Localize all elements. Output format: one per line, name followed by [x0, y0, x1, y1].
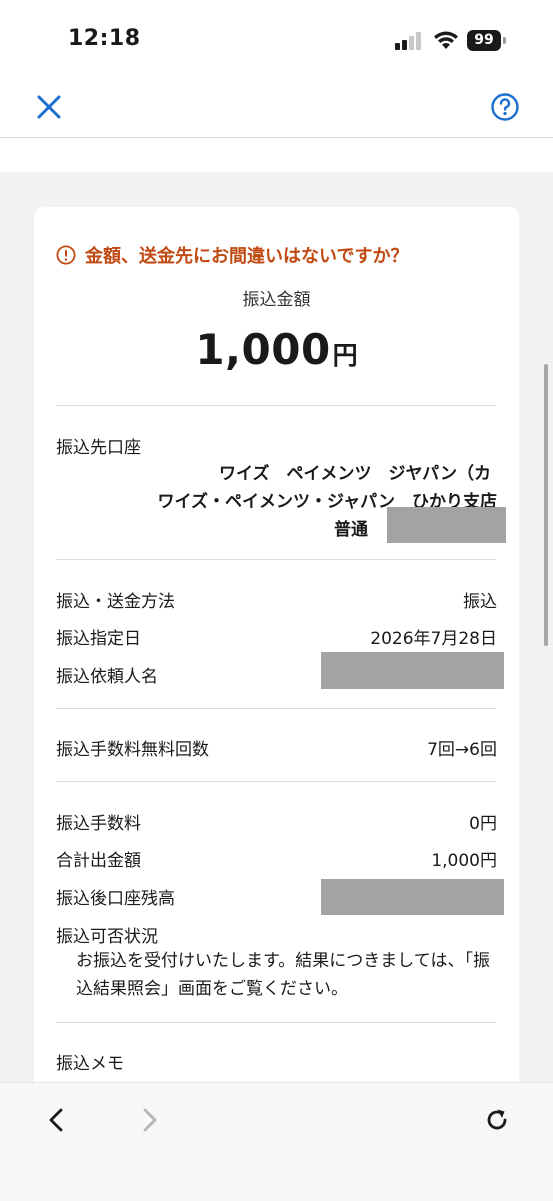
total-value: 1,000円 — [431, 851, 497, 871]
balance-label: 振込後口座残高 — [56, 889, 175, 909]
cellular-signal-icon — [395, 32, 421, 50]
scrollbar[interactable] — [544, 364, 548, 646]
alert-icon — [56, 245, 76, 265]
browser-toolbar — [0, 1082, 553, 1201]
divider — [56, 559, 496, 560]
status-time: 12:18 — [68, 26, 141, 51]
header-spacer — [0, 138, 553, 172]
transfer-method-label: 振込・送金方法 — [56, 592, 175, 612]
forward-icon[interactable] — [134, 1105, 164, 1135]
masked-balance — [321, 879, 504, 915]
amount-label: 振込金額 — [242, 290, 311, 310]
amount-value: 1,000 — [195, 325, 331, 374]
destination-label: 振込先口座 — [56, 438, 141, 458]
battery-icon: 99 — [467, 30, 507, 51]
divider — [56, 708, 496, 709]
total-label: 合計出金額 — [56, 851, 141, 871]
help-icon[interactable] — [490, 92, 520, 122]
header — [0, 80, 553, 138]
status-bar: 12:18 99 — [0, 0, 553, 80]
transfer-method-value: 振込 — [463, 592, 497, 612]
transfer-date-value: 2026年7月28日 — [370, 629, 497, 649]
status-label: 振込可否状況 — [56, 927, 158, 947]
divider — [56, 1022, 496, 1023]
free-count-value: 7回→6回 — [427, 740, 497, 760]
requester-name-label: 振込依頼人名 — [56, 667, 158, 687]
transfer-date-label: 振込指定日 — [56, 629, 141, 649]
amount-unit: 円 — [332, 341, 358, 370]
destination-line-1: ワイズ ペイメンツ ジヤパン（カ — [219, 464, 491, 484]
close-icon[interactable] — [34, 92, 64, 122]
confirmation-card: 金額、送金先にお間違いはないですか？ 振込金額 1,000円 振込先口座 ワイズ… — [34, 207, 519, 1107]
battery-level: 99 — [467, 30, 501, 51]
masked-requester-name — [321, 652, 504, 689]
status-note: お振込を受付けいたします。結果につきましては、「振込結果照会」画面をご覧ください… — [76, 951, 490, 999]
memo-label: 振込メモ — [56, 1054, 124, 1074]
divider — [56, 781, 496, 782]
fee-value: 0円 — [469, 814, 497, 834]
free-count-label: 振込手数料無料回数 — [56, 740, 209, 760]
divider — [56, 405, 496, 406]
wifi-icon — [434, 31, 458, 49]
warning-message: 金額、送金先にお間違いはないですか？ — [56, 243, 408, 267]
account-type: 普通 — [334, 520, 368, 540]
reload-icon[interactable] — [482, 1105, 512, 1135]
fee-label: 振込手数料 — [56, 814, 141, 834]
warning-text: 金額、送金先にお間違いはないですか？ — [85, 246, 409, 267]
amount-display: 1,000円 — [34, 325, 519, 374]
back-icon[interactable] — [42, 1105, 72, 1135]
masked-account-number — [387, 507, 506, 543]
